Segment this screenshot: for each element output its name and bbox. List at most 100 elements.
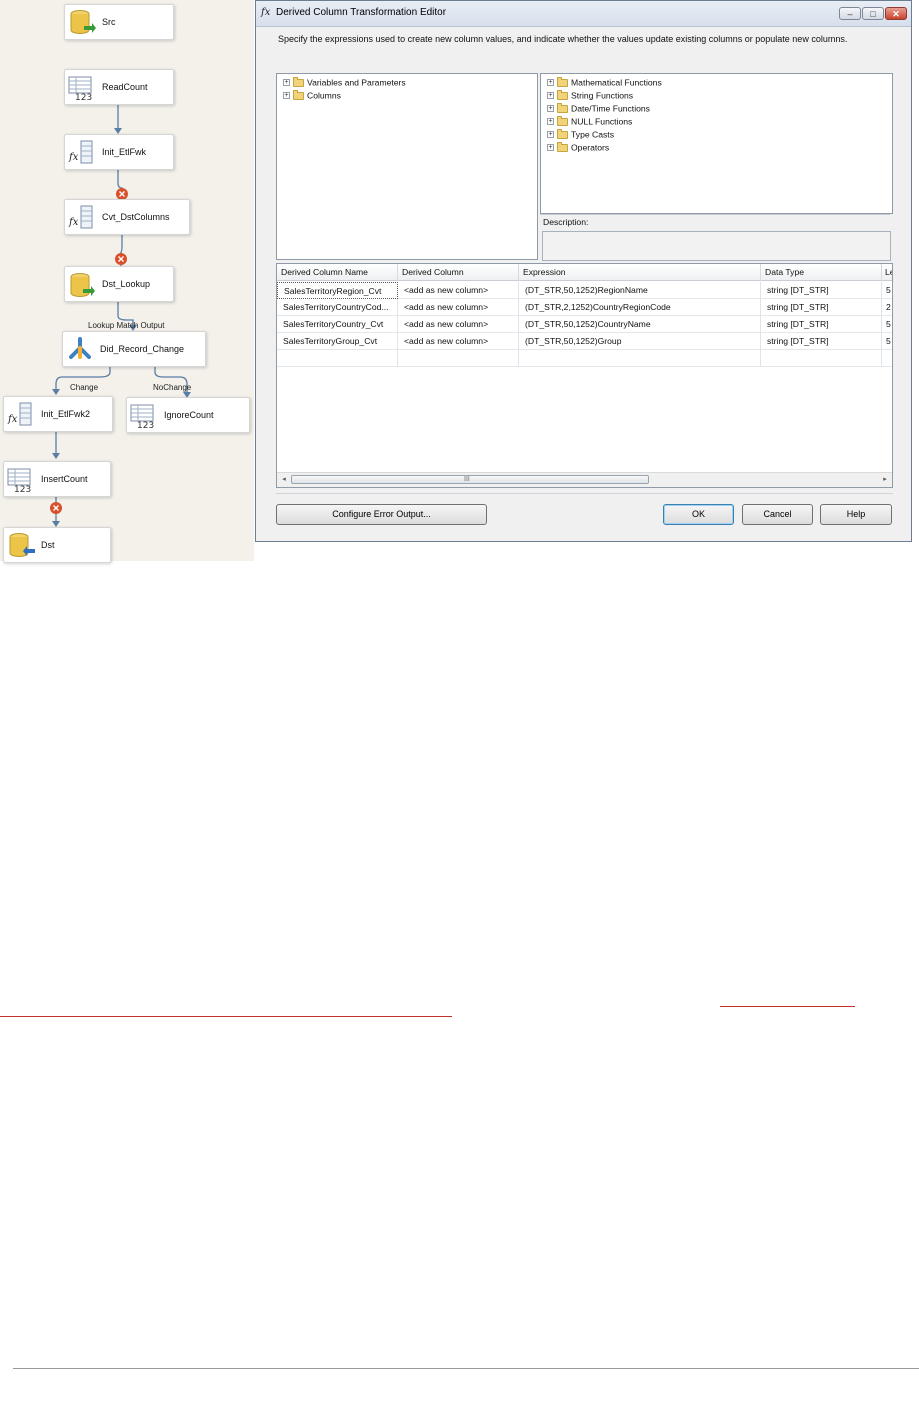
grid-cell-data-type[interactable]: string [DT_STR] [761, 333, 882, 350]
grid-cell-expression[interactable]: (DT_STR,50,1252)RegionName [519, 282, 761, 299]
flow-node-label: ReadCount [102, 82, 148, 92]
expand-icon[interactable]: + [547, 79, 554, 87]
grid-cell-length[interactable]: 5 [882, 282, 892, 299]
dialog-title: Derived Column Transformation Editor [276, 7, 447, 18]
expand-icon[interactable]: + [547, 92, 554, 100]
flow-node-label: Src [102, 17, 116, 27]
grid-cell-data-type[interactable]: string [DT_STR] [761, 282, 882, 299]
grid-header-derived-column[interactable]: Derived Column [398, 264, 519, 281]
tree-item-label: String Functions [571, 90, 634, 101]
horizontal-scrollbar[interactable]: ◂ III ▸ [277, 472, 892, 487]
flow-node-ignorecount[interactable]: 123 IgnoreCount [126, 397, 250, 433]
grid-cell-expression[interactable]: (DT_STR,2,1252)CountryRegionCode [519, 299, 761, 316]
maximize-button[interactable]: □ [862, 7, 884, 20]
grid-cell-derived-column[interactable]: <add as new column> [398, 316, 519, 333]
minimize-button[interactable]: ‒ [839, 7, 861, 20]
scroll-left-icon[interactable]: ◂ [279, 475, 289, 485]
grid-cell-derived-column[interactable]: <add as new column> [398, 299, 519, 316]
flow-node-src[interactable]: Src [64, 4, 174, 40]
grid-cell-name[interactable]: SalesTerritoryCountryCod... [277, 299, 398, 316]
flow-node-label: Dst_Lookup [102, 279, 151, 289]
folder-icon [557, 89, 568, 100]
grid-cell-length[interactable]: 5 [882, 316, 892, 333]
close-button[interactable]: ✕ [885, 7, 907, 20]
tree-item-columns[interactable]: + Columns [283, 89, 341, 103]
grid-cell-data-type[interactable]: string [DT_STR] [761, 316, 882, 333]
tree-item-variables[interactable]: + Variables and Parameters [283, 76, 406, 90]
tree-item-label: Variables and Parameters [307, 77, 406, 88]
grid-cell-length[interactable]: 2 [882, 299, 892, 316]
svg-text:fx: fx [68, 217, 79, 228]
grid-new-row-cell[interactable] [882, 350, 892, 367]
tree-item-string-functions[interactable]: + String Functions [547, 89, 634, 103]
scroll-thumb[interactable]: III [291, 475, 649, 484]
help-button[interactable]: Help [820, 504, 892, 525]
path-label-nochange[interactable]: NoChange [153, 383, 191, 392]
configure-error-output-button[interactable]: Configure Error Output... [276, 504, 487, 525]
title-bar[interactable]: fx Derived Column Transformation Editor … [256, 1, 911, 27]
cancel-button[interactable]: Cancel [742, 504, 813, 525]
flow-node-init-etlfwk2[interactable]: fx Init_EtlFwk2 [3, 396, 113, 432]
flow-node-dst-lookup[interactable]: Dst_Lookup [64, 266, 174, 302]
grid-cell-data-type[interactable]: string [DT_STR] [761, 299, 882, 316]
tree-item-label: Type Casts [571, 129, 614, 140]
folder-icon [293, 76, 304, 87]
expand-icon[interactable]: + [547, 144, 554, 152]
grid-cell-expression[interactable]: (DT_STR,50,1252)CountryName [519, 316, 761, 333]
grid-cell-derived-column[interactable]: <add as new column> [398, 282, 519, 299]
tree-item-null-functions[interactable]: + NULL Functions [547, 115, 632, 129]
conditional-split-icon [66, 335, 94, 363]
flow-node-init-etlfwk[interactable]: fx Init_EtlFwk [64, 134, 174, 170]
flow-node-label: InsertCount [41, 474, 88, 484]
grid-cell-name[interactable]: SalesTerritoryCountry_Cvt [277, 316, 398, 333]
hyperlink-underline[interactable] [720, 1006, 855, 1007]
expand-icon[interactable]: + [283, 92, 290, 100]
ok-button[interactable]: OK [663, 504, 734, 525]
expand-icon[interactable]: + [547, 118, 554, 126]
expand-icon[interactable]: + [547, 105, 554, 113]
instructions-text: Specify the expressions used to create n… [278, 34, 848, 44]
tree-item-type-casts[interactable]: + Type Casts [547, 128, 614, 142]
expand-icon[interactable]: + [283, 79, 290, 87]
grid-header-derived-column-name[interactable]: Derived Column Name [277, 264, 398, 281]
functions-tree[interactable]: + Mathematical Functions + String Function… [540, 73, 893, 214]
tree-item-operators[interactable]: + Operators [547, 141, 610, 155]
path-label-lookup-match[interactable]: Lookup Match Output [88, 321, 165, 330]
path-label-change[interactable]: Change [70, 383, 98, 392]
flow-node-did-record-change[interactable]: Did_Record_Change [62, 331, 206, 367]
flow-node-label: Init_EtlFwk [102, 147, 147, 157]
grid-new-row-cell[interactable] [761, 350, 882, 367]
tree-item-math-functions[interactable]: + Mathematical Functions [547, 76, 662, 90]
grid-new-row-cell[interactable] [277, 350, 398, 367]
grid-new-row-cell[interactable] [398, 350, 519, 367]
grid-header-length[interactable]: Le [882, 264, 892, 281]
grid-cell-length[interactable]: 5 [882, 333, 892, 350]
derived-column-icon: fx [68, 203, 96, 231]
variables-columns-tree[interactable]: + Variables and Parameters + Columns [276, 73, 538, 260]
tree-item-label: Operators [571, 142, 610, 153]
flow-node-cvt-dstcolumns[interactable]: fx Cvt_DstColumns [64, 199, 190, 235]
grid-cell-name[interactable]: SalesTerritoryGroup_Cvt [277, 333, 398, 350]
svg-text:123: 123 [14, 485, 31, 493]
grid-header-expression[interactable]: Expression [519, 264, 761, 281]
grid-cell-expression[interactable]: (DT_STR,50,1252)Group [519, 333, 761, 350]
expand-icon[interactable]: + [547, 131, 554, 139]
hyperlink-underline[interactable] [0, 1016, 452, 1017]
database-destination-icon [7, 531, 35, 559]
flow-node-dst[interactable]: Dst [3, 527, 111, 563]
svg-text:123: 123 [75, 93, 92, 101]
derived-columns-grid[interactable]: Derived Column Name Derived Column Expre… [276, 263, 893, 488]
grid-cell-name[interactable]: SalesTerritoryRegion_Cvt [277, 282, 398, 299]
tree-item-datetime-functions[interactable]: + Date/Time Functions [547, 102, 650, 116]
grid-cell-derived-column[interactable]: <add as new column> [398, 333, 519, 350]
grid-header-data-type[interactable]: Data Type [761, 264, 882, 281]
flow-node-readcount[interactable]: 123 ReadCount [64, 69, 174, 105]
button-divider [276, 493, 893, 494]
description-divider [540, 214, 890, 215]
grid-new-row-cell[interactable] [519, 350, 761, 367]
flow-node-insertcount[interactable]: 123 InsertCount [3, 461, 111, 497]
description-box [542, 231, 891, 261]
svg-text:fx: fx [68, 152, 79, 163]
flow-node-label: Dst [41, 540, 55, 550]
scroll-right-icon[interactable]: ▸ [880, 475, 890, 485]
